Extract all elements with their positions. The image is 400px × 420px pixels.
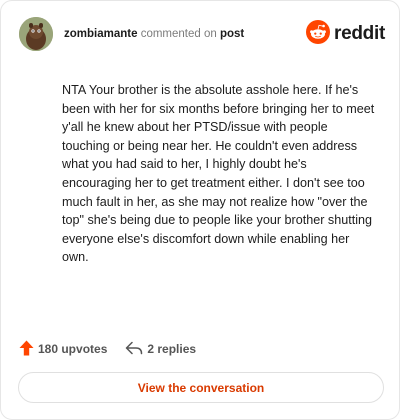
- replies-stat[interactable]: 2 replies: [125, 341, 196, 358]
- reply-arrow-icon: [125, 341, 143, 358]
- comment-body: NTA Your brother is the absolute asshole…: [62, 83, 375, 265]
- reddit-logo[interactable]: reddit: [306, 19, 385, 49]
- reddit-snoo-icon: [306, 19, 331, 49]
- comment-header: zombiamante commented on post reddit: [19, 15, 385, 53]
- upvotes-count: 180 upvotes: [38, 342, 108, 356]
- upvotes-stat[interactable]: 180 upvotes: [19, 340, 107, 359]
- comment-embed-card: zombiamante commented on post reddit NTA…: [0, 0, 400, 420]
- reddit-wordmark: reddit: [334, 23, 385, 44]
- action-text: commented on: [140, 28, 217, 40]
- upvote-arrow-icon: [19, 340, 34, 359]
- avatar[interactable]: [19, 17, 53, 51]
- username-link[interactable]: zombiamante: [64, 28, 138, 40]
- view-conversation-button[interactable]: View the conversation: [18, 372, 384, 403]
- comment-meta: zombiamante commented on post: [64, 28, 244, 40]
- post-link[interactable]: post: [220, 28, 244, 40]
- comment-footer: 180 upvotes 2 replies: [19, 339, 196, 359]
- replies-count: 2 replies: [147, 342, 197, 356]
